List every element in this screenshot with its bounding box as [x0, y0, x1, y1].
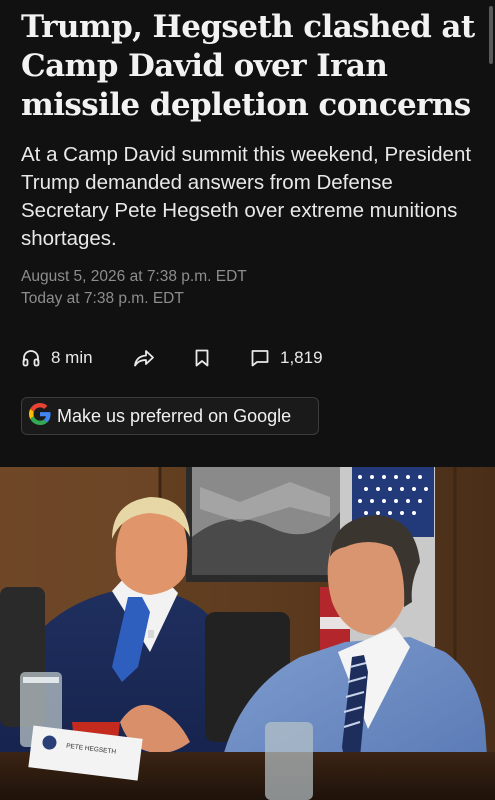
headline: Trump, Hegseth clashed at Camp David ove…: [21, 9, 475, 123]
google-preferred-button[interactable]: Make us preferred on Google: [21, 397, 319, 435]
updated-date: Today at 7:38 p.m. EDT: [21, 290, 184, 307]
page-scrollbar[interactable]: [489, 6, 493, 64]
google-preferred-label: Make us preferred on Google: [57, 405, 292, 426]
published-date: August 5, 2026 at 7:38 p.m. EDT: [21, 268, 247, 285]
headphones-icon: [21, 348, 41, 368]
comments-button[interactable]: 1,819: [250, 344, 323, 372]
comment-count: 1,819: [280, 348, 323, 367]
share-arrow-icon: [133, 348, 155, 368]
lead-photo: PETE HEGSETH: [0, 467, 495, 800]
timestamps: August 5, 2026 at 7:38 p.m. EDT Today at…: [21, 266, 481, 310]
article-dek: At a Camp David summit this weekend, Pre…: [21, 143, 472, 250]
google-g-icon: [29, 402, 51, 430]
bookmark-icon: [193, 348, 211, 368]
listen-duration: 8 min: [51, 348, 93, 367]
article-header: Trump, Hegseth clashed at Camp David ove…: [21, 8, 481, 310]
article-actions: 8 min 1,819: [21, 344, 461, 372]
comment-icon: [250, 348, 270, 368]
listen-button[interactable]: 8 min: [21, 344, 93, 372]
save-button[interactable]: [193, 344, 211, 372]
share-button[interactable]: [133, 344, 155, 372]
